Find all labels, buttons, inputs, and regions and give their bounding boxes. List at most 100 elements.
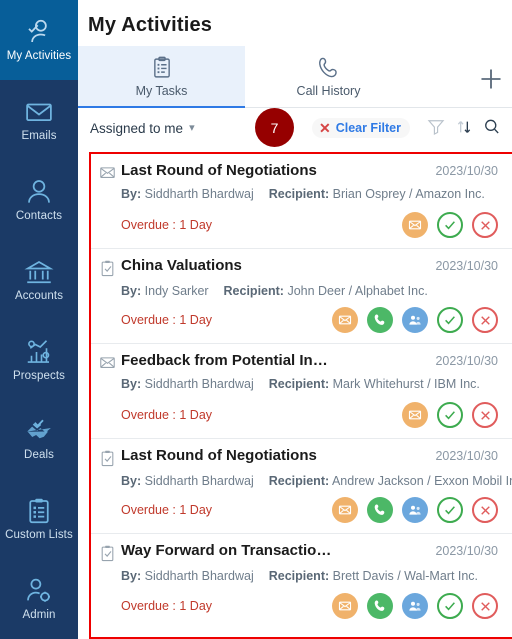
cancel-action-icon[interactable] [472, 593, 498, 619]
sidebar-item-label: Prospects [12, 369, 66, 382]
chevron-down-icon: ▾ [189, 121, 195, 134]
by-label: By: [121, 474, 142, 488]
activity-meta: By: Indy Sarker Recipient: John Deer / A… [121, 284, 498, 298]
clipboard-list-icon [24, 496, 54, 526]
meeting-action-icon[interactable] [402, 307, 428, 333]
send-email-action-icon[interactable] [402, 402, 428, 428]
meeting-action-icon[interactable] [402, 593, 428, 619]
tab-call-history[interactable]: Call History [245, 46, 412, 107]
activity-meta: By: Siddharth Bhardwaj Recipient: Brett … [121, 569, 498, 583]
call-action-icon[interactable] [367, 497, 393, 523]
activity-title: China Valuations [121, 257, 242, 274]
recipient-value: Brett Davis / Wal-Mart Inc. [332, 569, 479, 583]
recipient-label: Recipient: [268, 187, 330, 201]
envelope-icon [99, 162, 121, 181]
clipboard-check-icon [99, 542, 121, 563]
overdue-status: Overdue : 1 Day [121, 218, 213, 232]
table-row[interactable]: Last Round of Negotiations 2023/10/30 By… [91, 154, 512, 249]
row-footer: Overdue : 1 Day [121, 307, 498, 333]
sort-arrows-icon[interactable] [454, 117, 476, 139]
row-footer: Overdue : 1 Day [121, 497, 498, 523]
sidebar-item-label: Custom Lists [5, 529, 73, 542]
cancel-action-icon[interactable] [472, 307, 498, 333]
table-row[interactable]: China Valuations 2023/10/30 By: Indy Sar… [91, 249, 512, 344]
assigned-to-me-dropdown[interactable]: Assigned to me ▾ [90, 121, 195, 136]
page-title: My Activities [88, 14, 213, 36]
complete-action-icon[interactable] [437, 402, 463, 428]
sidebar-item-admin[interactable]: Admin [0, 559, 78, 639]
meeting-action-icon[interactable] [402, 497, 428, 523]
by-value: Siddharth Bhardwaj [144, 377, 254, 391]
overdue-status: Overdue : 1 Day [121, 599, 213, 613]
sidebar-item-contacts[interactable]: Contacts [0, 160, 78, 240]
send-email-action-icon[interactable] [332, 307, 358, 333]
activity-meta: By: Siddharth Bhardwaj Recipient: Mark W… [121, 377, 498, 391]
complete-action-icon[interactable] [437, 593, 463, 619]
clipboard-check-icon [99, 447, 121, 468]
sidebar-item-emails[interactable]: Emails [0, 80, 78, 160]
sidebar-item-deals[interactable]: Deals [0, 399, 78, 479]
envelope-icon [24, 97, 54, 127]
activity-date: 2023/10/30 [435, 544, 498, 558]
activity-date: 2023/10/30 [435, 354, 498, 368]
complete-action-icon[interactable] [437, 497, 463, 523]
badge-count: 7 [270, 119, 279, 136]
clear-filter-button[interactable]: ✕ Clear Filter [311, 118, 410, 138]
table-row[interactable]: Last Round of Negotiations 2023/10/30 By… [91, 439, 512, 534]
tab-bar: My Tasks Call History [78, 46, 512, 108]
row-actions [332, 593, 498, 619]
sidebar-item-label: Deals [24, 449, 54, 462]
cancel-action-icon[interactable] [472, 402, 498, 428]
tab-my-tasks[interactable]: My Tasks [78, 46, 245, 108]
call-action-icon[interactable] [367, 593, 393, 619]
sidebar-item-my-activities[interactable]: My Activities [0, 0, 78, 80]
activity-title: Last Round of Negotiations [121, 162, 317, 179]
table-row[interactable]: Feedback from Potential In… 2023/10/30 B… [91, 344, 512, 439]
person-icon [24, 177, 54, 207]
activity-meta: By: Siddharth Bhardwaj Recipient: Brian … [121, 187, 498, 201]
tab-label: My Tasks [135, 84, 188, 98]
send-email-action-icon[interactable] [402, 212, 428, 238]
by-label: By: [121, 569, 142, 583]
bank-icon [24, 257, 54, 287]
recipient-value: Brian Osprey / Amazon Inc. [332, 187, 485, 201]
sidebar-item-custom-lists[interactable]: Custom Lists [0, 479, 78, 559]
recipient-label: Recipient: [223, 284, 284, 298]
table-row[interactable]: Way Forward on Transactio… 2023/10/30 By… [91, 534, 512, 629]
row-actions [402, 212, 498, 238]
by-value: Indy Sarker [144, 284, 209, 298]
activity-date: 2023/10/30 [435, 259, 498, 273]
funnel-icon[interactable] [426, 117, 448, 139]
row-actions [332, 497, 498, 523]
send-email-action-icon[interactable] [332, 497, 358, 523]
recipient-value: Mark Whitehurst / IBM Inc. [332, 377, 480, 391]
clipboard-list-icon [149, 55, 175, 81]
by-label: By: [121, 377, 142, 391]
complete-action-icon[interactable] [437, 212, 463, 238]
overdue-status: Overdue : 1 Day [121, 503, 213, 517]
by-label: By: [121, 187, 142, 201]
activity-title: Way Forward on Transactio… [121, 542, 332, 559]
complete-action-icon[interactable] [437, 307, 463, 333]
cancel-action-icon[interactable] [472, 497, 498, 523]
clear-filter-label: Clear Filter [335, 121, 401, 135]
envelope-icon [99, 352, 121, 371]
search-icon[interactable] [482, 117, 504, 139]
call-action-icon[interactable] [367, 307, 393, 333]
sidebar-item-label: Admin [22, 608, 56, 621]
send-email-action-icon[interactable] [332, 593, 358, 619]
recipient-label: Recipient: [268, 474, 330, 488]
by-label: By: [121, 284, 142, 298]
sidebar-item-accounts[interactable]: Accounts [0, 239, 78, 319]
cancel-action-icon[interactable] [472, 212, 498, 238]
person-gear-icon [24, 576, 54, 606]
handshake-check-icon [24, 416, 54, 446]
sidebar-item-prospects[interactable]: Prospects [0, 319, 78, 399]
activity-title: Last Round of Negotiations [121, 447, 317, 464]
activity-date: 2023/10/30 [435, 164, 498, 178]
phone-icon [316, 55, 342, 81]
status-badge: 7 [255, 108, 294, 147]
add-activity-button[interactable] [478, 66, 504, 92]
activity-title: Feedback from Potential In… [121, 352, 328, 369]
activity-meta: By: Siddharth Bhardwaj Recipient: Andrew… [121, 474, 512, 488]
